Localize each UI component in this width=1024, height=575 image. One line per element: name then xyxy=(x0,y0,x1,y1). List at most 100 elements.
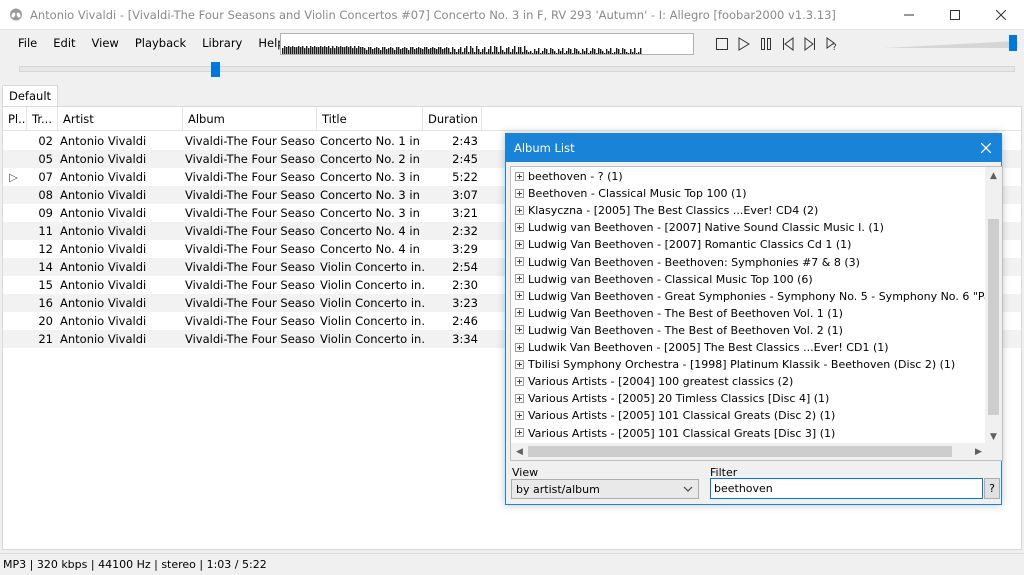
spectrum-bar xyxy=(506,48,508,54)
tree-item[interactable]: Ludwik Van Beethoven - [2005] The Best C… xyxy=(515,339,889,356)
tree-item[interactable]: Beethoven - Classical Music Top 100 (1) xyxy=(515,185,747,202)
random-icon: ? xyxy=(826,37,837,51)
expand-icon[interactable] xyxy=(515,342,524,352)
status-bar: MP3 | 320 kbps | 44100 Hz | stereo | 1:0… xyxy=(0,553,1024,575)
spectrum-bar xyxy=(484,47,486,54)
column-album[interactable]: Album xyxy=(183,107,317,131)
expand-icon[interactable] xyxy=(515,188,524,198)
menu-view[interactable]: View xyxy=(84,32,127,54)
play-button[interactable] xyxy=(734,34,753,54)
spectrum-bar xyxy=(376,47,378,54)
album-tree-vscrollbar[interactable]: ▲ ▼ xyxy=(985,167,1002,445)
tree-item[interactable]: Tbilisi Symphony Orchestra - [1998] Plat… xyxy=(515,356,955,373)
tree-item[interactable]: Various Artists - [2005] 101 Classical G… xyxy=(515,425,835,442)
seek-track[interactable] xyxy=(19,66,1015,72)
tree-item[interactable]: Ludwig Van Beethoven - Beethoven: Sympho… xyxy=(515,254,860,271)
expand-icon[interactable] xyxy=(515,171,524,181)
album-list-close-button[interactable] xyxy=(971,134,1001,162)
title-cell: Concerto No. 3 in ... xyxy=(320,170,424,184)
spectrum-bar xyxy=(426,47,428,54)
tree-item[interactable]: Klasyczna - [2005] The Best Classics ...… xyxy=(515,202,818,219)
duration-cell: 3:07 xyxy=(452,188,478,202)
expand-icon[interactable] xyxy=(515,308,524,318)
seek-handle[interactable] xyxy=(211,62,220,77)
spectrum-bar xyxy=(338,47,340,54)
hscroll-thumb[interactable] xyxy=(528,446,952,457)
spectrum-bar xyxy=(582,49,584,54)
spectrum-bar xyxy=(518,47,520,54)
spectrum-bar xyxy=(618,49,620,54)
stop-button[interactable] xyxy=(712,34,731,54)
menu-playback[interactable]: Playback xyxy=(127,32,194,54)
spectrum-bar xyxy=(340,46,342,54)
pause-button[interactable] xyxy=(756,34,775,54)
tree-item[interactable]: Various Artists - [2005] 20 Timless Clas… xyxy=(515,390,829,407)
expand-icon[interactable] xyxy=(515,205,524,215)
tree-item[interactable]: beethoven - ? (1) xyxy=(515,168,623,185)
expand-icon[interactable] xyxy=(515,359,524,369)
expand-icon[interactable] xyxy=(515,257,524,266)
spectrum-bar xyxy=(640,48,642,54)
spectrum-bar xyxy=(294,47,296,54)
expand-icon[interactable] xyxy=(515,291,524,301)
spectrum-bar xyxy=(368,47,370,54)
expand-icon[interactable] xyxy=(515,376,524,386)
spectrum-bar xyxy=(478,49,480,54)
spectrum-bar xyxy=(624,49,626,54)
volume-slider[interactable] xyxy=(883,41,1018,49)
expand-icon[interactable] xyxy=(515,274,524,284)
chevron-up-icon[interactable]: ▲ xyxy=(985,167,1002,184)
column-title[interactable]: Title xyxy=(317,107,423,131)
spectrum-bar xyxy=(354,46,356,54)
artist-cell: Antonio Vivaldi xyxy=(60,314,147,328)
column-playing[interactable]: Pl... xyxy=(3,107,27,131)
column-artist[interactable]: Artist xyxy=(58,107,183,131)
duration-cell: 5:22 xyxy=(452,170,478,184)
chevron-left-icon[interactable]: ◀ xyxy=(511,443,528,460)
expand-icon[interactable] xyxy=(515,410,524,420)
menu-file[interactable]: File xyxy=(10,32,45,54)
title-cell: Violin Concerto in... xyxy=(320,278,424,292)
expand-icon[interactable] xyxy=(515,325,524,335)
spectrum-bar xyxy=(342,47,344,54)
close-window-button[interactable] xyxy=(978,0,1024,30)
tree-item[interactable]: Various Artists - [2004] 100 greatest cl… xyxy=(515,373,793,390)
tree-item[interactable]: Ludwig van Beethoven - Classical Music T… xyxy=(515,271,813,288)
expand-icon[interactable] xyxy=(515,222,524,232)
album-tree-hscrollbar[interactable]: ◀ ▶ xyxy=(511,443,987,460)
spectrum-bar xyxy=(358,46,360,54)
filter-input[interactable] xyxy=(710,478,983,499)
spectrum-bar xyxy=(398,47,400,54)
spectrum-bar xyxy=(450,52,452,54)
view-select[interactable]: by artist/album xyxy=(511,479,699,499)
volume-handle[interactable] xyxy=(1009,35,1017,51)
spectrum-bar xyxy=(524,46,526,54)
column-duration[interactable]: Duration xyxy=(423,107,482,131)
scroll-corner xyxy=(985,443,1002,460)
maximize-button[interactable] xyxy=(932,0,978,30)
minimize-button[interactable] xyxy=(886,0,932,30)
album-list-window: Album List beethoven - ? (1) Beethoven - … xyxy=(505,133,1003,505)
expand-icon[interactable] xyxy=(515,428,524,437)
previous-button[interactable] xyxy=(778,34,797,54)
spectrum-bar xyxy=(504,52,506,54)
expand-icon[interactable] xyxy=(515,393,524,403)
spectrum-bar xyxy=(546,49,548,54)
menu-library[interactable]: Library xyxy=(194,32,250,54)
menu-edit[interactable]: Edit xyxy=(45,32,83,54)
expand-icon[interactable] xyxy=(515,239,524,249)
spectrum-bar xyxy=(606,49,608,54)
column-track[interactable]: Tr... xyxy=(27,107,58,131)
tree-item[interactable]: Ludwig Van Beethoven - The Best of Beeth… xyxy=(515,322,843,339)
vscroll-thumb[interactable] xyxy=(988,219,999,415)
tab-default[interactable]: Default xyxy=(2,85,59,107)
random-button[interactable]: ? xyxy=(822,34,841,54)
tree-item[interactable]: Ludwig Van Beethoven - [2007] Romantic C… xyxy=(515,236,851,253)
tree-item[interactable]: Ludwig van Beethoven - [2007] Native Sou… xyxy=(515,219,884,236)
filter-help-button[interactable]: ? xyxy=(984,478,1000,499)
spectrum-bar xyxy=(494,46,496,54)
tree-item[interactable]: Various Artists - [2005] 101 Classical G… xyxy=(515,407,835,424)
tree-item[interactable]: Ludwig Van Beethoven - The Best of Beeth… xyxy=(515,305,843,322)
next-button[interactable] xyxy=(800,34,819,54)
tree-item[interactable]: Ludwig Van Beethoven - Great Symphonies … xyxy=(515,288,987,305)
